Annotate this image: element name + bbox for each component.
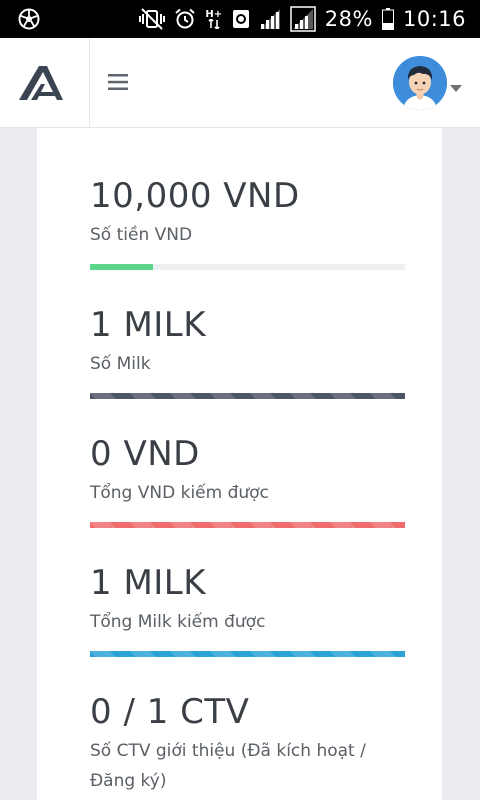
progress-fill	[90, 264, 153, 270]
stat-referrals: 0 / 1 CTV Số CTV giới thiệu (Đã kích hoạ…	[90, 692, 405, 796]
stat-label: Số Milk	[90, 354, 151, 374]
stat-label: Tổng Milk kiếm được	[90, 612, 266, 632]
data-sync-icon	[232, 9, 250, 29]
progress-bar	[90, 651, 405, 657]
stat-value: 0 / 1 CTV	[90, 692, 250, 732]
hamburger-menu-icon[interactable]	[104, 68, 132, 96]
stat-label: Tổng VND kiếm được	[90, 483, 269, 503]
stat-value: 1 MILK	[90, 563, 207, 603]
status-bar: H+ 28% 10:16	[0, 0, 480, 38]
stat-total-vnd-earned: 0 VND Tổng VND kiếm được	[90, 434, 405, 528]
progress-fill	[90, 393, 405, 399]
signal-icon	[259, 8, 281, 30]
brand-logo[interactable]	[17, 62, 65, 102]
progress-fill	[90, 651, 405, 657]
app-notification-icon	[18, 8, 40, 30]
battery-percentage: 28%	[324, 7, 373, 31]
app-header	[0, 38, 480, 128]
battery-icon	[381, 8, 394, 30]
stat-value: 1 MILK	[90, 305, 207, 345]
progress-fill	[90, 522, 405, 528]
stat-label: Số CTV giới thiệu (Đã kích hoạt / Đăng k…	[90, 741, 366, 791]
stat-vnd-balance: 10,000 VND Số tiền VND	[90, 176, 405, 270]
stat-label: Số tiền VND	[90, 225, 193, 245]
caret-down-icon[interactable]	[450, 80, 462, 92]
stat-value: 0 VND	[90, 434, 200, 474]
progress-bar	[90, 393, 405, 399]
progress-bar	[90, 264, 405, 270]
network-hplus-icon: H+	[205, 9, 223, 29]
mute-vibrate-icon	[138, 8, 165, 30]
progress-bar	[90, 522, 405, 528]
alarm-icon	[174, 8, 196, 30]
stat-milk-balance: 1 MILK Số Milk	[90, 305, 405, 399]
clock: 10:16	[402, 7, 466, 31]
signal-icon	[290, 6, 316, 32]
stats-card: 10,000 VND Số tiền VND 1 MILK Số Milk 0 …	[37, 128, 442, 800]
stat-total-milk-earned: 1 MILK Tổng Milk kiếm được	[90, 563, 405, 657]
stat-value: 10,000 VND	[90, 176, 300, 216]
user-avatar[interactable]	[393, 56, 447, 110]
header-divider	[89, 38, 90, 127]
